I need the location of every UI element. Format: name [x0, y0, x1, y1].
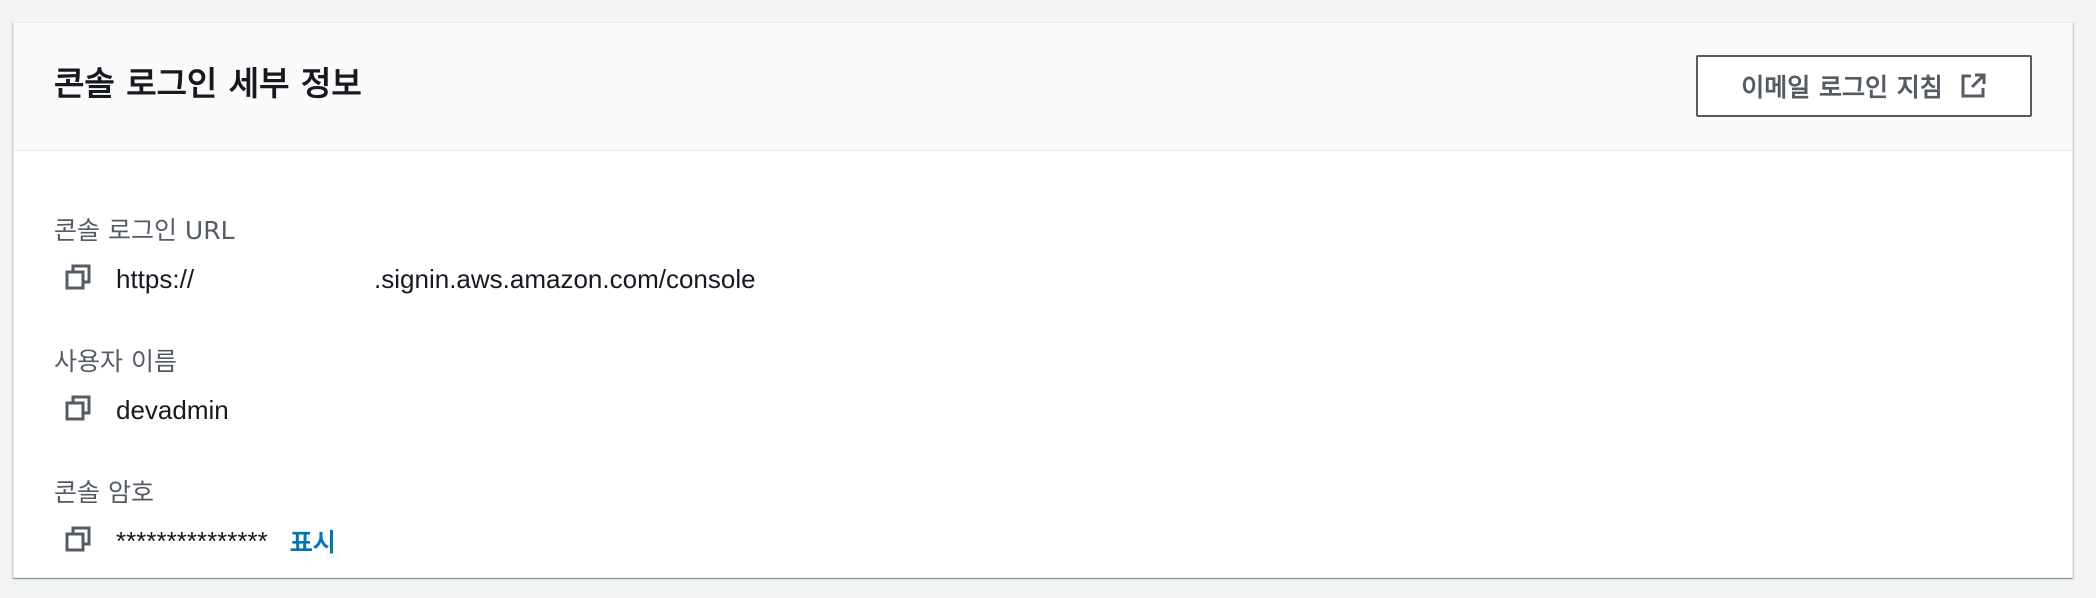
copy-icon: [64, 263, 92, 295]
show-password-link[interactable]: 표시: [290, 523, 336, 559]
copy-username-button[interactable]: [60, 392, 96, 428]
copy-icon: [64, 525, 92, 557]
username-label: 사용자 이름: [54, 347, 177, 376]
password-label: 콘솔 암호: [54, 478, 154, 507]
username-value-row: devadmin: [54, 390, 229, 430]
username-field: 사용자 이름 devadmin: [54, 344, 229, 430]
username-value: devadmin: [116, 394, 229, 425]
email-login-instructions-button[interactable]: 이메일 로그인 지침: [1696, 55, 2032, 117]
password-field: 콘솔 암호 *************** 표시: [54, 475, 336, 561]
console-url-prefix: https://: [116, 263, 195, 294]
panel-header: 콘솔 로그인 세부 정보 이메일 로그인 지침: [14, 23, 2072, 151]
redacted-account-id: [194, 260, 375, 298]
console-url-value-row: https:// .signin.aws.amazon.com/console: [54, 259, 756, 299]
console-url-label: 콘솔 로그인 URL: [54, 216, 235, 245]
password-value-row: *************** 표시: [54, 521, 336, 561]
console-url-field: 콘솔 로그인 URL https:// .signin.aws.amazon.c…: [54, 213, 756, 299]
console-url-suffix: .signin.aws.amazon.com/console: [374, 263, 756, 294]
console-url-value[interactable]: https:// .signin.aws.amazon.com/console: [116, 260, 756, 298]
copy-icon: [64, 394, 92, 426]
email-login-instructions-label: 이메일 로그인 지침: [1741, 73, 1943, 102]
panel-title: 콘솔 로그인 세부 정보: [54, 64, 362, 103]
external-link-icon: [1959, 72, 1987, 100]
copy-password-button[interactable]: [60, 523, 96, 559]
password-value: ***************: [116, 525, 268, 556]
copy-url-button[interactable]: [60, 261, 96, 297]
console-login-details-panel: 콘솔 로그인 세부 정보 이메일 로그인 지침 콘솔 로그인 URL https…: [13, 22, 2073, 578]
